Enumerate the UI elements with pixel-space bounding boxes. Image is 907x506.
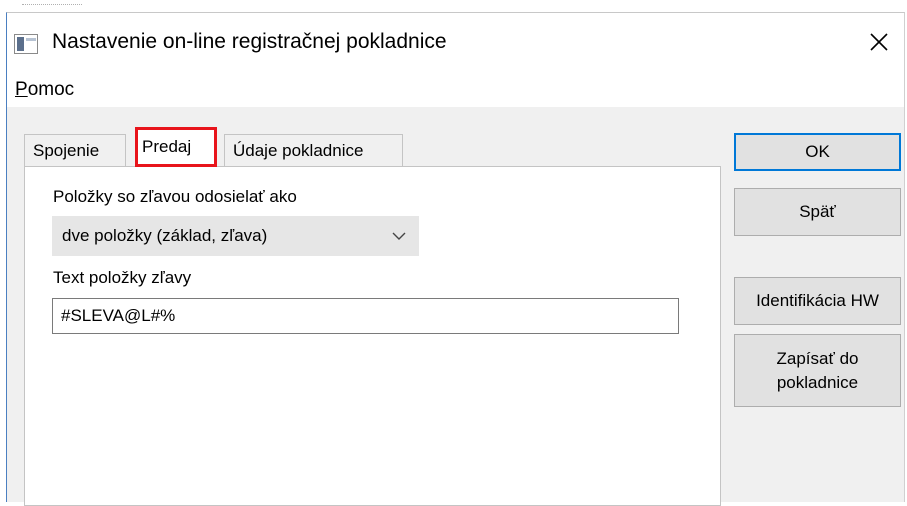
discount-items-value: dve položky (základ, zľava): [62, 226, 268, 245]
close-icon: [870, 33, 888, 51]
background-fragment: [22, 0, 82, 5]
chevron-down-icon: [392, 232, 406, 240]
write-to-register-button[interactable]: Zapísať do pokladnice: [734, 334, 901, 407]
window-title: Nastavenie on-line registračnej pokladni…: [52, 30, 447, 53]
tab-panel-predaj: Položky so zľavou odosielať ako dve polo…: [24, 166, 721, 506]
tab-udaje-pokladnice[interactable]: Údaje pokladnice: [224, 134, 403, 166]
title-bar[interactable]: Nastavenie on-line registračnej pokladni…: [7, 13, 904, 71]
write-label-line2: pokladnice: [776, 372, 859, 392]
close-button[interactable]: [862, 25, 896, 59]
back-button[interactable]: Späť: [734, 188, 901, 236]
tab-spojenie[interactable]: Spojenie: [24, 134, 126, 166]
discount-text-label: Text položky zľavy: [53, 268, 192, 287]
tab-predaj[interactable]: Predaj: [135, 127, 217, 167]
menu-help-hotkey: P: [15, 79, 28, 100]
ok-button[interactable]: OK: [734, 133, 901, 171]
write-label-line1: Zapísať do: [776, 348, 859, 368]
menu-help-label: omoc: [27, 79, 75, 100]
app-icon: [14, 34, 38, 54]
menu-bar: Pomoc: [7, 71, 904, 107]
menu-help[interactable]: Pomoc: [15, 77, 74, 103]
write-to-register-label: Zapísať do pokladnice: [777, 347, 859, 395]
discount-items-select[interactable]: dve položky (základ, zľava): [52, 216, 419, 256]
discount-text-input[interactable]: [52, 298, 679, 334]
discount-items-label: Položky so zľavou odosielať ako: [53, 187, 297, 206]
dialog-window: Nastavenie on-line registračnej pokladni…: [6, 12, 905, 506]
hw-identification-button[interactable]: Identifikácia HW: [734, 277, 901, 325]
